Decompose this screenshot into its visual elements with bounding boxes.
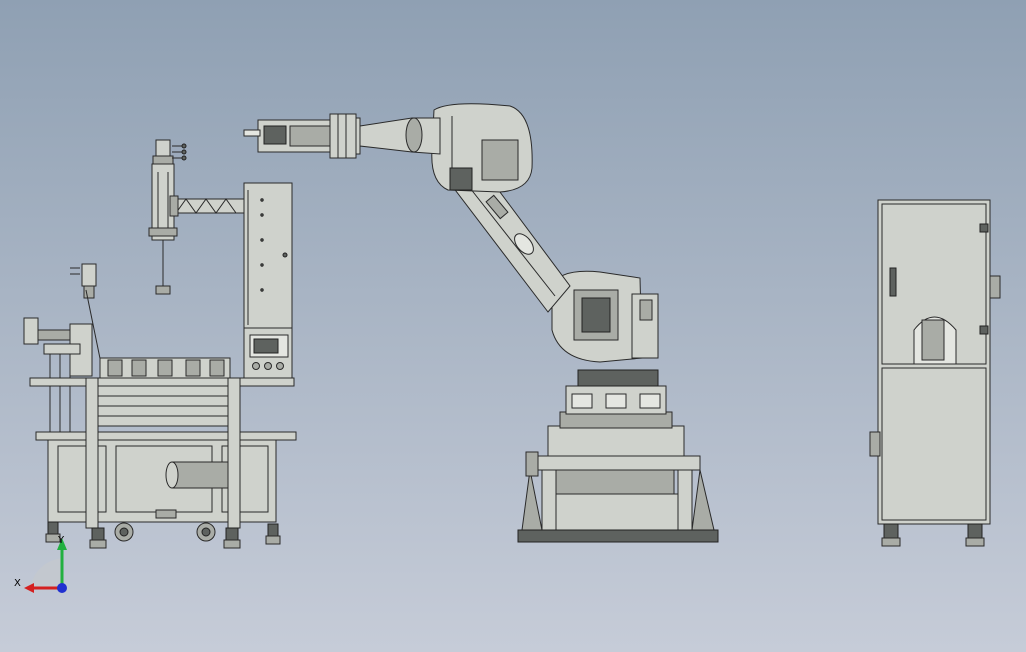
caster-wheels (45, 521, 281, 549)
y-axis-label: Y (57, 535, 65, 546)
industrial-robot[interactable] (243, 103, 719, 543)
robot-elbow-housing (431, 103, 533, 193)
cad-viewport[interactable]: Y X (0, 0, 1026, 652)
coordinate-triad: Y X (14, 535, 67, 593)
truss-gantry-arm (169, 195, 245, 217)
assembly-drawing: Y X (14, 103, 1001, 593)
x-axis-label: X (14, 578, 21, 589)
robot-base-turntable (559, 369, 673, 429)
vertical-cylinder (148, 139, 187, 295)
robot-forearm (341, 117, 441, 155)
robot-gripper (243, 113, 357, 159)
electrical-cabinet[interactable] (869, 199, 1001, 547)
left-workstation[interactable] (23, 139, 297, 549)
conveyor-top-fixtures (99, 357, 231, 379)
control-tower (243, 182, 293, 384)
robot-pedestal (517, 425, 719, 543)
